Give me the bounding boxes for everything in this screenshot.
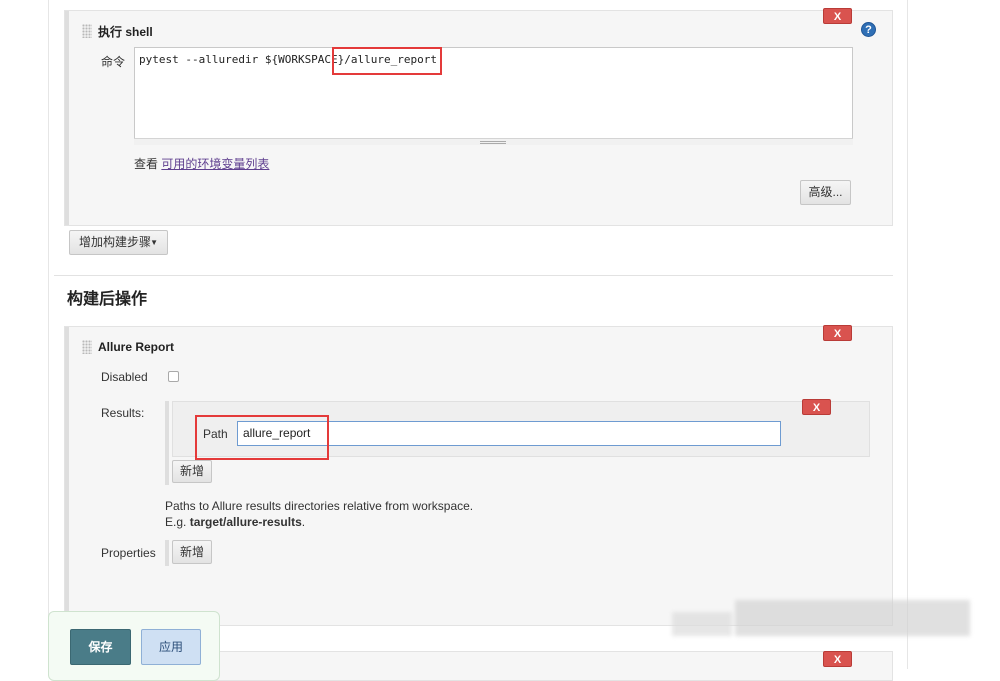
- help-icon[interactable]: ?: [861, 22, 876, 37]
- allure-delete-button[interactable]: X: [823, 325, 852, 341]
- path-highlight-box: [195, 415, 329, 460]
- textarea-resize-handle[interactable]: [134, 138, 853, 145]
- add-build-step-label: 增加构建步骤: [79, 235, 152, 249]
- properties-group-stripe: [165, 540, 169, 566]
- panel-stripe: [65, 11, 69, 225]
- save-button[interactable]: 保存: [70, 629, 131, 665]
- add-build-step-button[interactable]: 增加构建步骤 ▼: [69, 230, 168, 255]
- add-path-button[interactable]: 新增: [172, 460, 212, 483]
- advanced-button[interactable]: 高级...: [800, 180, 851, 205]
- disabled-label: Disabled: [101, 370, 148, 384]
- command-highlight-box: [332, 47, 442, 75]
- env-vars-hint: 查看 可用的环境变量列表: [134, 155, 269, 172]
- chevron-down-icon: ▼: [150, 238, 158, 247]
- watermark-blur: [672, 612, 732, 636]
- env-vars-link[interactable]: 可用的环境变量列表: [161, 157, 269, 171]
- drag-handle-icon[interactable]: [82, 24, 92, 38]
- command-textarea[interactable]: pytest --alluredir ${WORKSPACE}/allure_r…: [134, 47, 853, 145]
- hint-example-path: target/allure-results: [189, 515, 302, 529]
- hint-prefix: E.g.: [165, 515, 187, 529]
- path-delete-button[interactable]: X: [802, 399, 831, 415]
- results-group-stripe: [165, 401, 169, 485]
- properties-label: Properties: [101, 546, 156, 560]
- build-step-delete-button[interactable]: X: [823, 8, 852, 24]
- post-build-heading: 构建后操作: [67, 291, 148, 308]
- panel-stripe: [65, 327, 69, 625]
- add-property-button[interactable]: 新增: [172, 540, 212, 564]
- section-divider: [54, 275, 893, 276]
- apply-button[interactable]: 应用: [141, 629, 201, 665]
- results-label: Results:: [101, 406, 145, 420]
- env-vars-prefix: 查看: [134, 157, 159, 171]
- command-label: 命令: [101, 55, 126, 69]
- watermark-blur: [735, 600, 970, 636]
- hint-suffix: .: [301, 515, 306, 529]
- next-panel-delete-button[interactable]: X: [823, 651, 852, 667]
- disabled-checkbox[interactable]: [168, 371, 179, 382]
- allure-report-title: Allure Report: [98, 340, 175, 354]
- results-hint-line2: E.g. target/allure-results.: [165, 515, 305, 529]
- drag-handle-icon[interactable]: [82, 340, 92, 354]
- resize-grip-icon: [480, 141, 506, 144]
- build-step-title: 执行 shell: [98, 25, 153, 39]
- results-hint-line1: Paths to Allure results directories rela…: [165, 499, 474, 513]
